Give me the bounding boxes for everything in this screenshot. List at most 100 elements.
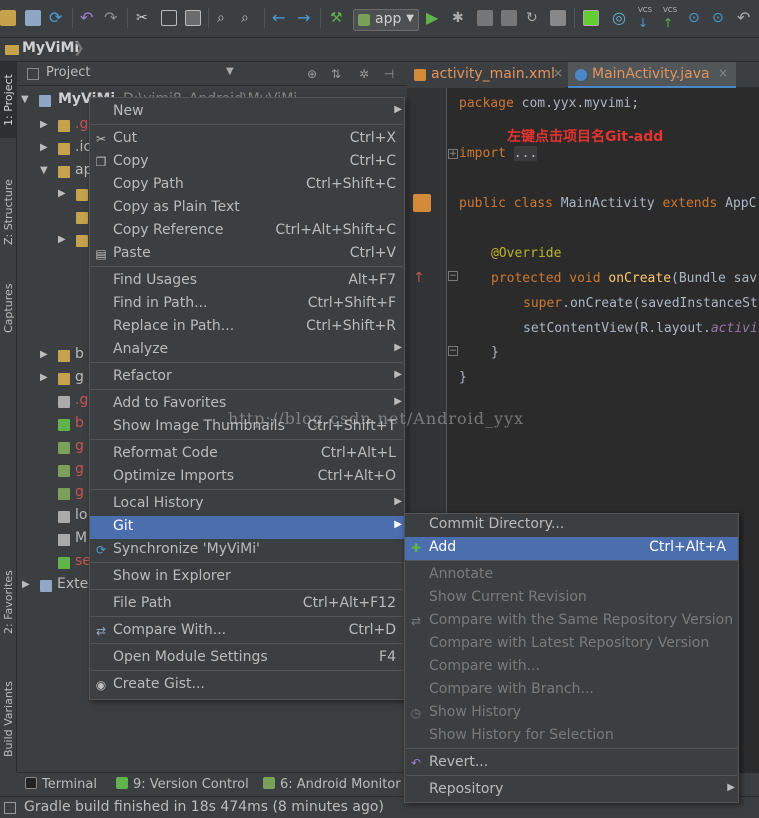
git-menu-item-compare-with-the-same-repository-version[interactable]: ⇄ Compare with the Same Repository Versio… <box>405 610 738 633</box>
tool-window-terminal[interactable]: Terminal <box>25 777 97 792</box>
stop-icon[interactable] <box>550 10 566 26</box>
expand-arrow-icon[interactable]: ▶ <box>58 188 66 199</box>
tab-activity-main-xml[interactable]: activity_main.xml × <box>407 62 565 88</box>
git-menu-item-annotate[interactable]: Annotate <box>405 564 738 587</box>
git-menu-item-repository[interactable]: Repository ▶ <box>405 779 738 802</box>
menu-item-local-history[interactable]: Local History ▶ <box>90 493 404 516</box>
layout-link-icon[interactable] <box>413 194 431 212</box>
fold-toggle-icon[interactable]: + <box>448 149 458 159</box>
forward-icon[interactable]: → <box>297 10 313 26</box>
git-menu-item-show-history-for-selection[interactable]: Show History for Selection <box>405 725 738 748</box>
menu-item-compare-with[interactable]: ⇄ Compare With... Ctrl+D <box>90 620 404 643</box>
submenu-arrow-icon: ▶ <box>394 396 402 407</box>
vcs-revert-icon[interactable]: ↶ <box>737 10 753 26</box>
replace-icon[interactable]: ⌕ <box>241 10 257 26</box>
menu-item-analyze[interactable]: Analyze ▶ <box>90 339 404 362</box>
find-icon[interactable]: ⌕ <box>217 10 233 26</box>
avd-manager-icon[interactable] <box>583 10 599 26</box>
git-menu-item-compare-with[interactable]: Compare with... <box>405 656 738 679</box>
gear-icon[interactable]: ✲ <box>357 67 371 81</box>
fold-toggle-icon[interactable]: − <box>448 346 458 356</box>
menu-item-copy[interactable]: ❐ Copy Ctrl+C <box>90 151 404 174</box>
sync-icon[interactable]: ⟳ <box>49 10 65 26</box>
menu-item-cut[interactable]: ✂ Cut Ctrl+X <box>90 128 404 151</box>
code-line: import ... <box>459 146 538 161</box>
chevron-down-icon[interactable]: ▼ <box>226 66 234 77</box>
git-menu-item-show-current-revision[interactable]: Show Current Revision <box>405 587 738 610</box>
vcs-history-icon[interactable]: ⊙ <box>688 10 704 26</box>
git-menu-item-revert[interactable]: ↶ Revert... <box>405 752 738 775</box>
menu-item-shortcut: Ctrl+V <box>349 245 396 261</box>
menu-item-optimize-imports[interactable]: Optimize Imports Ctrl+Alt+O <box>90 466 404 489</box>
project-view-select[interactable]: Project <box>46 65 90 80</box>
run-configuration-select[interactable]: app ▼ <box>353 9 419 31</box>
run-icon[interactable]: ▶ <box>426 10 442 26</box>
menu-item-git[interactable]: Git ▶ <box>90 516 404 539</box>
expand-arrow-icon[interactable]: ▶ <box>40 349 48 360</box>
menu-item-synchronize-myvimi[interactable]: ⟳ Synchronize 'MyViMi' <box>90 539 404 562</box>
profile-icon[interactable] <box>501 10 517 26</box>
save-icon[interactable] <box>25 10 41 26</box>
hide-panel-icon[interactable]: ⊣ <box>382 67 396 81</box>
tab-mainactivity-java[interactable]: MainActivity.java × <box>568 62 736 88</box>
tool-window-android-monitor[interactable]: 6: Android Monitor <box>263 777 401 792</box>
menu-item-replace-in-path[interactable]: Replace in Path... Ctrl+Shift+R <box>90 316 404 339</box>
tool-windows-toggle-icon[interactable] <box>4 802 16 814</box>
scroll-from-source-icon[interactable]: ⊕ <box>305 67 319 81</box>
menu-item-create-gist[interactable]: ◉ Create Gist... <box>90 674 404 697</box>
menu-item-refactor[interactable]: Refactor ▶ <box>90 366 404 389</box>
git-menu-item-compare-with-latest-repository-version[interactable]: Compare with Latest Repository Version <box>405 633 738 656</box>
tool-window-version-control[interactable]: 9: Version Control <box>116 777 249 792</box>
expand-arrow-icon[interactable]: ▶ <box>58 234 66 245</box>
expand-arrow-icon[interactable]: ▼ <box>21 94 29 105</box>
debug-icon[interactable]: ✱ <box>452 10 468 26</box>
back-icon[interactable]: ← <box>272 10 288 26</box>
expand-arrow-icon[interactable]: ▶ <box>40 372 48 383</box>
menu-item-find-usages[interactable]: Find Usages Alt+F7 <box>90 270 404 293</box>
breadcrumb-project[interactable]: MyViMi <box>22 40 79 56</box>
make-project-icon[interactable]: ⚒ <box>330 10 346 26</box>
expand-arrow-icon[interactable]: ▶ <box>40 119 48 130</box>
tool-window-captures[interactable]: Captures <box>0 274 17 342</box>
collapse-all-icon[interactable]: ⇅ <box>329 67 343 81</box>
menu-item-paste[interactable]: ▤ Paste Ctrl+V <box>90 243 404 266</box>
copy-icon[interactable] <box>161 10 177 26</box>
tool-window-favorites[interactable]: 2: Favorites <box>0 562 17 642</box>
menu-item-copy-path[interactable]: Copy Path Ctrl+Shift+C <box>90 174 404 197</box>
close-icon[interactable]: × <box>718 66 728 80</box>
paste-icon[interactable] <box>185 10 201 26</box>
menu-item-file-path[interactable]: File Path Ctrl+Alt+F12 <box>90 593 404 616</box>
tool-window-project[interactable]: 1: Project <box>0 62 17 138</box>
override-marker-icon[interactable]: ↑ <box>413 270 425 286</box>
menu-item-copy-as-plain-text[interactable]: Copy as Plain Text <box>90 197 404 220</box>
expand-arrow-icon[interactable]: ▶ <box>40 142 48 153</box>
git-menu-item-show-history[interactable]: ◷ Show History <box>405 702 738 725</box>
expand-arrow-icon[interactable]: ▶ <box>22 579 30 590</box>
menu-item-new[interactable]: New ▶ <box>90 101 404 124</box>
menu-item-copy-reference[interactable]: Copy Reference Ctrl+Alt+Shift+C <box>90 220 404 243</box>
cut-icon[interactable]: ✂ <box>136 10 152 26</box>
expand-arrow-icon[interactable]: ▼ <box>40 165 48 176</box>
menu-item-open-module-settings[interactable]: Open Module Settings F4 <box>90 647 404 670</box>
tool-window-build-variants[interactable]: Build Variants <box>0 674 17 764</box>
open-icon[interactable] <box>0 10 16 26</box>
sdk-manager-icon[interactable]: ◎ <box>612 10 628 26</box>
close-icon[interactable]: × <box>553 66 563 80</box>
menu-item-find-in-path[interactable]: Find in Path... Ctrl+Shift+F <box>90 293 404 316</box>
redo-icon[interactable]: ↷ <box>104 10 120 26</box>
run-config-label: app <box>375 11 402 27</box>
vcs-commit-icon[interactable]: ↑ <box>663 16 679 32</box>
git-menu-item-add[interactable]: ✚ Add Ctrl+Alt+A <box>405 537 738 560</box>
menu-item-show-in-explorer[interactable]: Show in Explorer <box>90 566 404 589</box>
undo-icon[interactable]: ↶ <box>80 10 96 26</box>
git-menu-item-commit-directory[interactable]: Commit Directory... <box>405 514 738 537</box>
git-menu-item-compare-with-branch[interactable]: Compare with Branch... <box>405 679 738 702</box>
vcs-update-icon[interactable]: ↓ <box>638 16 654 32</box>
fold-toggle-icon[interactable]: − <box>448 271 458 281</box>
tool-window-structure[interactable]: Z: Structure <box>0 172 17 252</box>
menu-item-reformat-code[interactable]: Reformat Code Ctrl+Alt+L <box>90 443 404 466</box>
apply-changes-icon[interactable]: ↻ <box>526 10 542 26</box>
vcs-compare-icon[interactable]: ⊙ <box>712 10 728 26</box>
tree-item-label: lo <box>75 507 88 523</box>
attach-debugger-icon[interactable] <box>477 10 493 26</box>
